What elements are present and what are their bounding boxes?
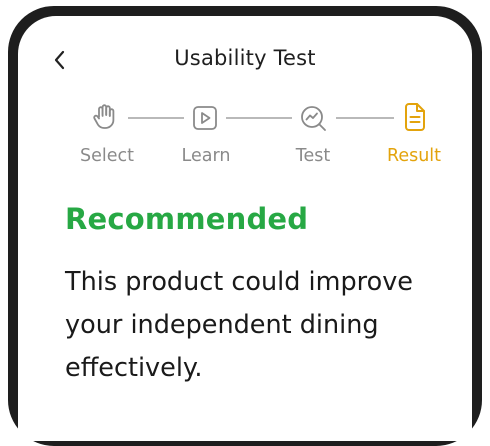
hand-icon[interactable]: [90, 102, 120, 132]
phone-frame: Usability Test Select Learn Test Result …: [8, 6, 482, 446]
step-label-select[interactable]: Select: [57, 146, 157, 166]
step-label-learn[interactable]: Learn: [156, 146, 256, 166]
document-icon[interactable]: [402, 102, 428, 132]
play-icon[interactable]: [192, 105, 218, 131]
step-label-result[interactable]: Result: [364, 146, 464, 166]
step-connector: [336, 117, 394, 119]
step-connector: [128, 117, 184, 119]
result-status: Recommended: [65, 202, 309, 236]
app-screen: Usability Test Select Learn Test Result …: [18, 16, 472, 441]
step-connector: [226, 117, 292, 119]
result-message: This product could improve your independ…: [65, 267, 413, 383]
progress-stepper: Select Learn Test Result: [18, 16, 472, 176]
chart-search-icon[interactable]: [299, 104, 329, 132]
step-label-test[interactable]: Test: [263, 146, 363, 166]
